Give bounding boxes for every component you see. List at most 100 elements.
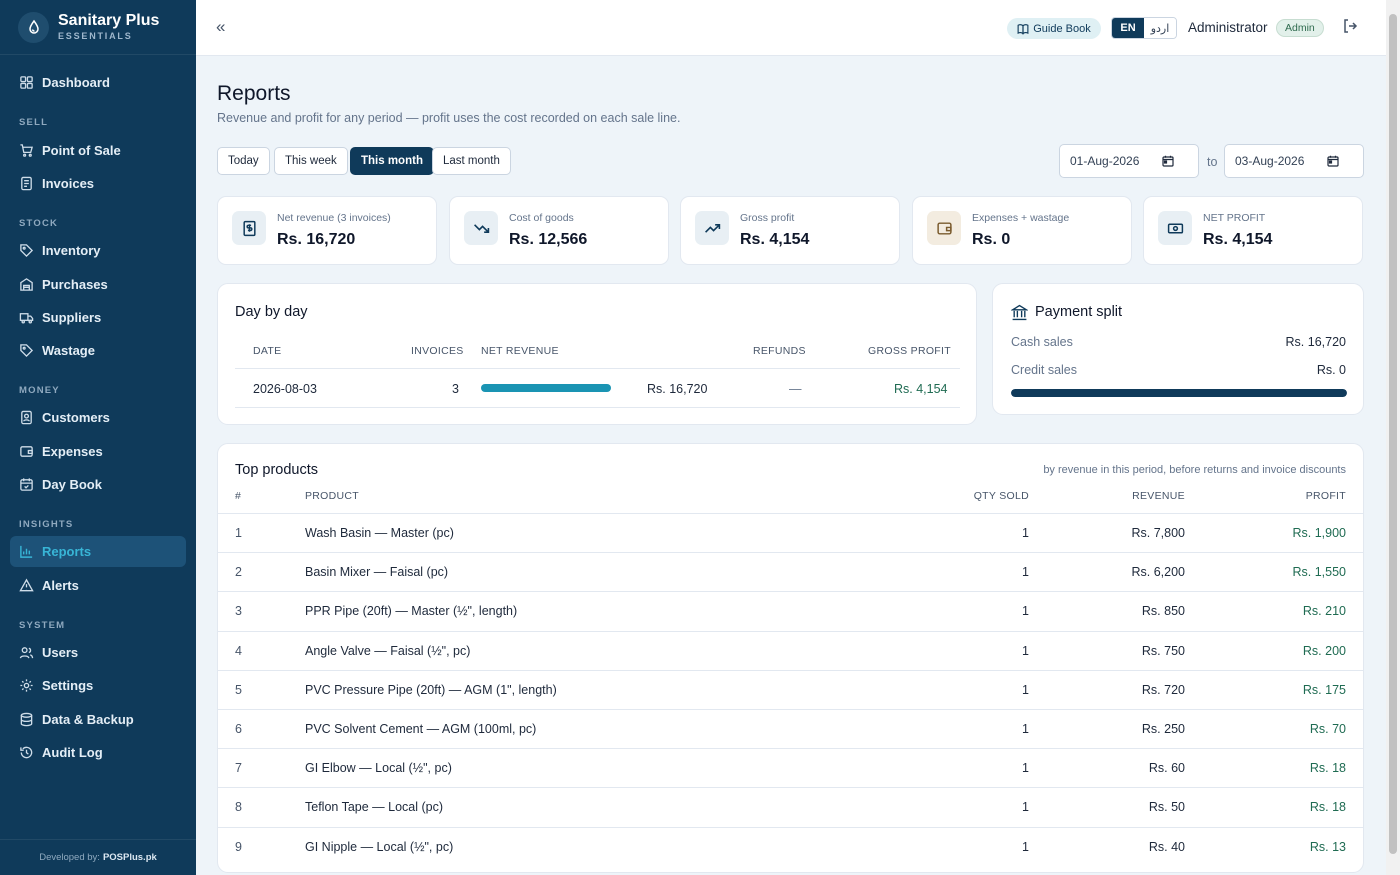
date-to-input[interactable]: 03-Aug-2026 <box>1224 144 1364 178</box>
lang-en-button[interactable]: EN <box>1112 18 1144 38</box>
cash-icon <box>1158 211 1192 245</box>
cell-product: PVC Pressure Pipe (20ft) — AGM (1", leng… <box>305 682 557 697</box>
sidebar: Sanitary Plus ESSENTIALS Dashboard SELL … <box>0 0 196 875</box>
history-icon <box>20 746 33 759</box>
column-header-qty: QTY SOLD <box>973 490 1029 502</box>
cell-profit: Rs. 210 <box>1302 604 1346 619</box>
column-header-refunds: REFUNDS <box>753 345 806 357</box>
users-icon <box>19 647 34 659</box>
sidebar-item-label: Suppliers <box>42 310 102 325</box>
sidebar-item-alerts[interactable]: Alerts <box>10 570 186 601</box>
sidebar-item-inventory[interactable]: Inventory <box>10 235 186 266</box>
stat-card-gross-profit: Gross profit Rs. 4,154 <box>680 196 900 265</box>
cell-profit: Rs. 13 <box>1309 839 1346 854</box>
sidebar-item-reports[interactable]: Reports <box>10 536 186 567</box>
sidebar-item-daybook[interactable]: Day Book <box>10 469 186 500</box>
period-today-button[interactable]: Today <box>217 147 270 175</box>
sidebar-item-settings[interactable]: Settings <box>10 670 186 701</box>
cell-num: 3 <box>235 604 242 619</box>
revenue-bar-track <box>481 384 611 392</box>
contacts-icon <box>21 410 32 425</box>
gear-icon <box>20 679 33 692</box>
page-scrollbar[interactable] <box>1386 0 1400 875</box>
sidebar-item-customers[interactable]: Customers <box>10 402 186 433</box>
divider <box>218 787 1363 789</box>
cell-qty: 1 <box>1022 761 1029 776</box>
stat-value: Rs. 16,720 <box>277 231 356 248</box>
cash-sales-label: Cash sales <box>1011 335 1073 349</box>
cell-profit: Rs. 18 <box>1309 761 1346 776</box>
guide-book-button[interactable]: Guide Book <box>1007 18 1101 39</box>
tag-icon <box>20 344 34 358</box>
sidebar-item-label: Data & Backup <box>42 712 134 727</box>
cell-revenue: Rs. 750 <box>1141 643 1185 658</box>
lang-urdu-button[interactable]: اردو <box>1144 18 1176 38</box>
sidebar-item-backup[interactable]: Data & Backup <box>10 704 186 735</box>
sidebar-item-invoices[interactable]: Invoices <box>10 168 186 199</box>
footer-prefix: Developed by: <box>39 852 100 863</box>
calendar-icon[interactable] <box>1162 155 1174 167</box>
logout-button[interactable] <box>1342 18 1358 36</box>
stat-label: Expenses + wastage <box>972 212 1070 224</box>
cell-product: PVC Solvent Cement — AGM (100ml, pc) <box>305 722 537 736</box>
truck-icon <box>19 313 34 324</box>
cell-product: Teflon Tape — Local (pc) <box>305 800 444 815</box>
topbar: « Guide Book EN اردو Administrator Admin <box>196 0 1386 56</box>
stat-label: Cost of goods <box>509 212 574 224</box>
bar-chart-icon <box>20 545 33 558</box>
nav-section-insights: INSIGHTS <box>19 519 74 530</box>
sidebar-item-expenses[interactable]: Expenses <box>10 436 186 467</box>
stat-value: Rs. 12,566 <box>509 231 588 248</box>
cell-profit: Rs. 70 <box>1309 722 1346 736</box>
top-products-panel: Top products by revenue in this period, … <box>217 443 1364 873</box>
date-from-input[interactable]: 01-Aug-2026 <box>1059 144 1199 178</box>
tag-icon <box>20 244 34 258</box>
divider <box>218 709 1363 710</box>
cell-num: 2 <box>235 565 242 580</box>
sidebar-item-wastage[interactable]: Wastage <box>10 335 186 366</box>
collapse-sidebar-button[interactable]: « <box>216 18 236 38</box>
sidebar-item-suppliers[interactable]: Suppliers <box>10 302 186 333</box>
period-month-button[interactable]: This month <box>350 147 434 175</box>
grid-icon <box>20 76 33 89</box>
column-header-profit: PROFIT <box>1305 490 1346 502</box>
cell-profit: Rs. 1,550 <box>1292 565 1346 580</box>
date-to-label: to <box>1207 155 1218 169</box>
cell-revenue: Rs. 7,800 <box>1131 526 1185 540</box>
sidebar-item-pos[interactable]: Point of Sale <box>10 135 186 166</box>
footer-company-link[interactable]: POSPlus.pk <box>103 852 157 863</box>
calendar-icon[interactable] <box>1327 155 1339 167</box>
cell-product: Angle Valve — Faisal (½", pc) <box>305 643 471 658</box>
sidebar-item-label: Wastage <box>42 343 95 358</box>
nav-section-system: SYSTEM <box>19 620 66 631</box>
page-title: Reports <box>217 82 291 105</box>
stat-card-net-revenue: Net revenue (3 invoices) Rs. 16,720 <box>217 196 437 265</box>
panel-title: Top products <box>235 462 319 478</box>
sidebar-item-purchases[interactable]: Purchases <box>10 269 186 300</box>
payment-split-bar <box>1011 389 1347 397</box>
cell-num: 7 <box>235 761 242 776</box>
scrollbar-thumb[interactable] <box>1389 14 1397 854</box>
page-subtitle: Revenue and profit for any period — prof… <box>217 111 681 125</box>
cell-revenue: Rs. 720 <box>1141 682 1185 697</box>
cash-split-fill <box>1011 389 1347 397</box>
revenue-bar <box>481 384 611 392</box>
sidebar-item-label: Alerts <box>42 578 79 593</box>
sidebar-item-dashboard[interactable]: Dashboard <box>10 67 186 98</box>
receipt-icon <box>232 211 266 245</box>
payment-split-panel: Payment split Cash sales Rs. 16,720 Cred… <box>992 283 1364 415</box>
period-week-button[interactable]: This week <box>274 147 348 175</box>
date-from-value: 01-Aug-2026 <box>1070 154 1140 168</box>
credit-sales-value: Rs. 0 <box>1316 363 1346 377</box>
brand[interactable]: Sanitary Plus ESSENTIALS <box>0 0 196 55</box>
stat-card-expenses: Expenses + wastage Rs. 0 <box>912 196 1132 265</box>
cell-qty: 1 <box>1022 565 1029 580</box>
sidebar-item-audit[interactable]: Audit Log <box>10 737 186 768</box>
cell-net-revenue: Rs. 16,720 <box>647 382 708 396</box>
sidebar-item-users[interactable]: Users <box>10 637 186 668</box>
sidebar-footer: Developed by: POSPlus.pk <box>0 839 196 875</box>
divider <box>218 630 1363 632</box>
cell-qty: 1 <box>1022 722 1029 736</box>
period-last-month-button[interactable]: Last month <box>432 147 511 175</box>
logo-icon <box>18 11 49 43</box>
